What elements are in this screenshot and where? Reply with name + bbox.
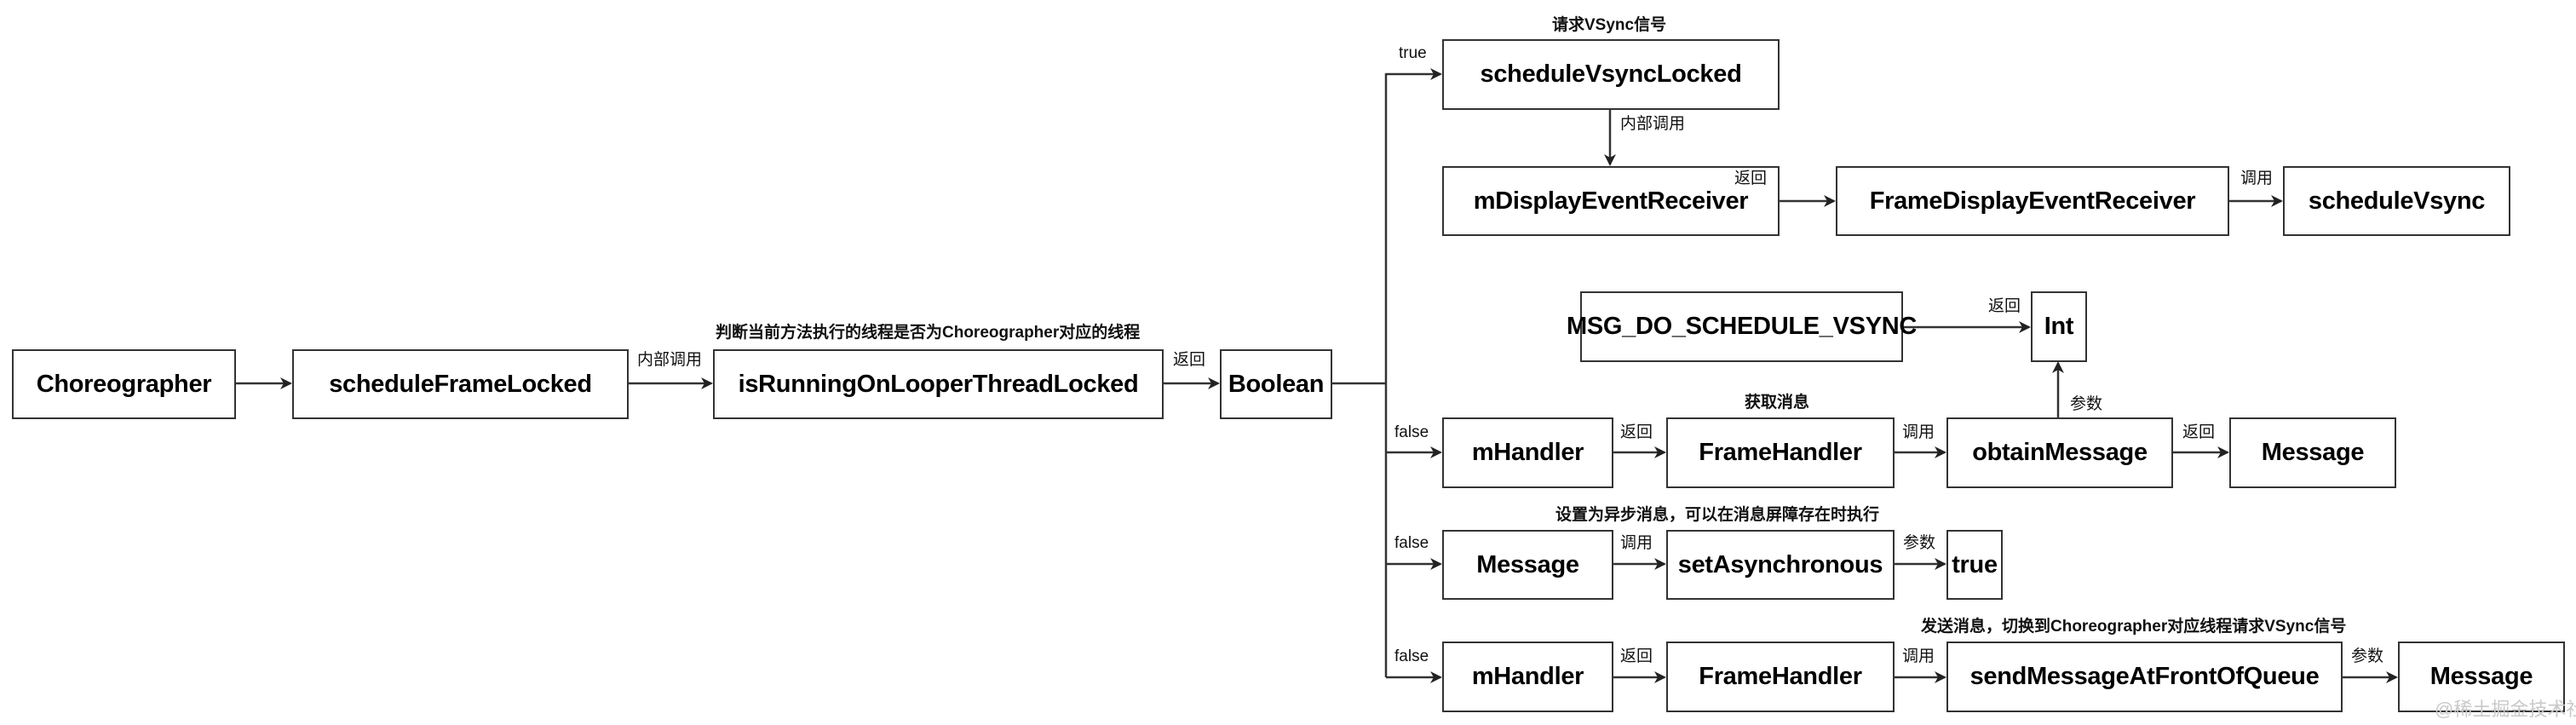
node-message-2: Message <box>1442 530 1613 600</box>
node-label: true <box>1952 550 1998 578</box>
node-label: scheduleFrameLocked <box>329 370 592 398</box>
watermark: @稀土掘金技术社区 <box>2435 699 2576 720</box>
node-label: obtainMessage <box>1972 439 2148 466</box>
node-true-value: true <box>1946 530 2003 600</box>
node-choreographer: Choreographer <box>12 349 236 419</box>
edge-label-param-true: 参数 <box>1903 534 1936 552</box>
node-send-message-at-front-of-queue: sendMessageAtFrontOfQueue <box>1946 642 2343 712</box>
node-label: MSG_DO_SCHEDULE_VSYNC <box>1566 313 1918 340</box>
node-frame-handler-2: FrameHandler <box>1666 642 1895 712</box>
node-set-asynchronous: setAsynchronous <box>1666 530 1895 600</box>
node-label: mHandler <box>1471 439 1584 466</box>
edge-label-call-obtain-message: 调用 <box>1902 423 1935 441</box>
edge-label-call-send-message: 调用 <box>1902 647 1935 665</box>
node-msg-do-schedule-vsync: MSG_DO_SCHEDULE_VSYNC <box>1567 291 1917 362</box>
node-label: scheduleVsyncLocked <box>1480 60 1742 88</box>
edge-label-return-message: 返回 <box>2182 423 2216 441</box>
node-label: Int <box>2044 313 2074 340</box>
node-boolean: Boolean <box>1220 349 1332 419</box>
node-label: FrameHandler <box>1699 663 1862 690</box>
node-message-1: Message <box>2229 417 2396 488</box>
flow-diagram: Choreographer scheduleFrameLocked isRunn… <box>0 0 2576 725</box>
node-schedule-vsync-locked: scheduleVsyncLocked <box>1442 39 1780 110</box>
node-schedule-frame-locked: scheduleFrameLocked <box>292 349 629 419</box>
edge-label-return-frame-display: 返回 <box>1734 170 1768 187</box>
node-m-handler-2: mHandler <box>1442 642 1613 712</box>
node-m-handler-1: mHandler <box>1442 417 1613 488</box>
note-obtain-message: 获取消息 <box>1745 394 1810 411</box>
node-label: Message <box>2429 663 2533 690</box>
note-request-vsync: 请求VSync信号 <box>1552 16 1667 34</box>
node-label: FrameHandler <box>1699 439 1862 466</box>
edge-label-return-boolean: 返回 <box>1173 351 1206 369</box>
node-label: Message <box>2261 439 2365 466</box>
edge-label-call-set-async: 调用 <box>1620 534 1653 552</box>
note-set-async: 设置为异步消息，可以在消息屏障存在时执行 <box>1555 506 1880 524</box>
node-label: mHandler <box>1471 663 1584 690</box>
node-obtain-message: obtainMessage <box>1946 417 2173 488</box>
edge-label-branch-false-3: false <box>1394 647 1429 665</box>
edge-label-param-message: 参数 <box>2351 647 2384 665</box>
edge-label-branch-false-2: false <box>1394 534 1429 552</box>
node-is-running-on-looper-thread-locked: isRunningOnLooperThreadLocked <box>713 349 1164 419</box>
node-label: FrameDisplayEventReceiver <box>1869 187 2196 215</box>
node-label: Message <box>1476 550 1579 578</box>
node-label: mDisplayEventReceiver <box>1473 187 1749 215</box>
node-label: isRunningOnLooperThreadLocked <box>738 370 1139 398</box>
node-schedule-vsync: scheduleVsync <box>2283 166 2510 236</box>
edge-label-call-schedule-vsync: 调用 <box>2240 170 2274 187</box>
edge-label-branch-false-1: false <box>1394 423 1429 441</box>
node-label: sendMessageAtFrontOfQueue <box>1969 663 2320 690</box>
node-int: Int <box>2031 291 2087 362</box>
note-send-message: 发送消息，切换到Choreographer对应线程请求VSync信号 <box>1921 618 2347 636</box>
edge-label-return-frame-handler-2: 返回 <box>1620 647 1653 665</box>
node-label: scheduleVsync <box>2308 187 2486 215</box>
node-label: Choreographer <box>36 370 212 398</box>
node-frame-handler-1: FrameHandler <box>1666 417 1895 488</box>
edge-label-return-frame-handler-1: 返回 <box>1620 423 1653 441</box>
node-label: Boolean <box>1228 370 1325 398</box>
node-m-display-event-receiver: mDisplayEventReceiver <box>1442 166 1780 236</box>
note-is-running: 判断当前方法执行的线程是否为Choreographer对应的线程 <box>716 324 1141 342</box>
edge-label-branch-true: true <box>1399 44 1427 62</box>
edge-label-return-int: 返回 <box>1988 297 2021 315</box>
edge-label-internal-call-2: 内部调用 <box>1620 115 1686 133</box>
edge-label-internal-call-1: 内部调用 <box>637 351 703 369</box>
node-label: setAsynchronous <box>1677 550 1883 578</box>
edge-label-param-int: 参数 <box>2070 395 2103 413</box>
node-frame-display-event-receiver: FrameDisplayEventReceiver <box>1836 166 2229 236</box>
